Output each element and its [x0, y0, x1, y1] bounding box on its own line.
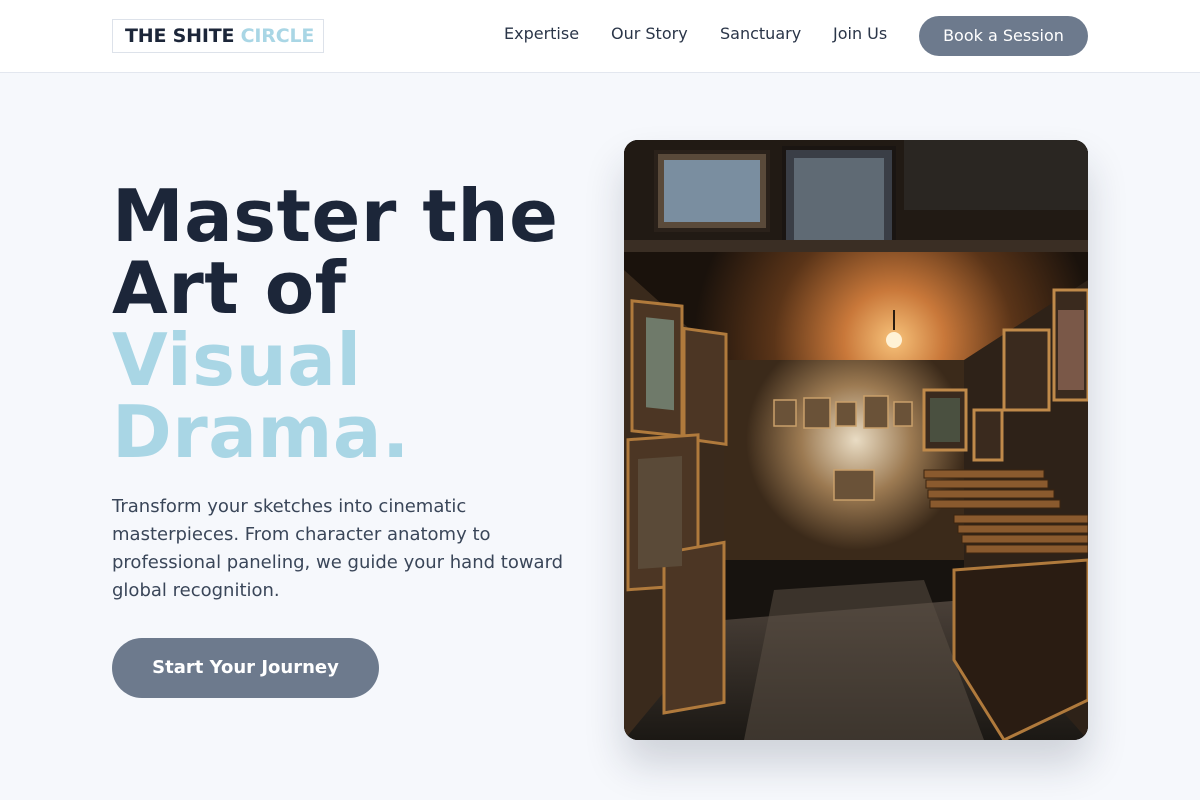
hero-description: Transform your sketches into cinematic m… — [112, 496, 564, 601]
hero-title-line-4: Drama. — [112, 390, 410, 474]
brand-word-primary: THE SHITE — [125, 25, 235, 47]
hero-title-line-2: Art of — [112, 246, 347, 330]
hero-title-line-1: Master the — [112, 174, 559, 258]
hero-title: Master the Art of Visual Drama. — [112, 180, 558, 468]
start-journey-button[interactable]: Start Your Journey — [112, 638, 379, 698]
nav-link-expertise[interactable]: Expertise — [504, 24, 579, 43]
brand-logo[interactable]: THE SHITE CIRCLE — [112, 19, 324, 53]
hero-gallery-image — [624, 140, 1088, 740]
brand-word-accent: CIRCLE — [240, 25, 315, 47]
nav-link-sanctuary[interactable]: Sanctuary — [720, 24, 801, 43]
nav-link-our-story[interactable]: Our Story — [611, 24, 688, 43]
site-header: THE SHITE CIRCLE Expertise Our Story San… — [0, 0, 1200, 73]
nav-link-join-us[interactable]: Join Us — [833, 24, 887, 43]
hero-title-line-3: Visual — [112, 318, 362, 402]
book-session-button[interactable]: Book a Session — [919, 16, 1088, 56]
